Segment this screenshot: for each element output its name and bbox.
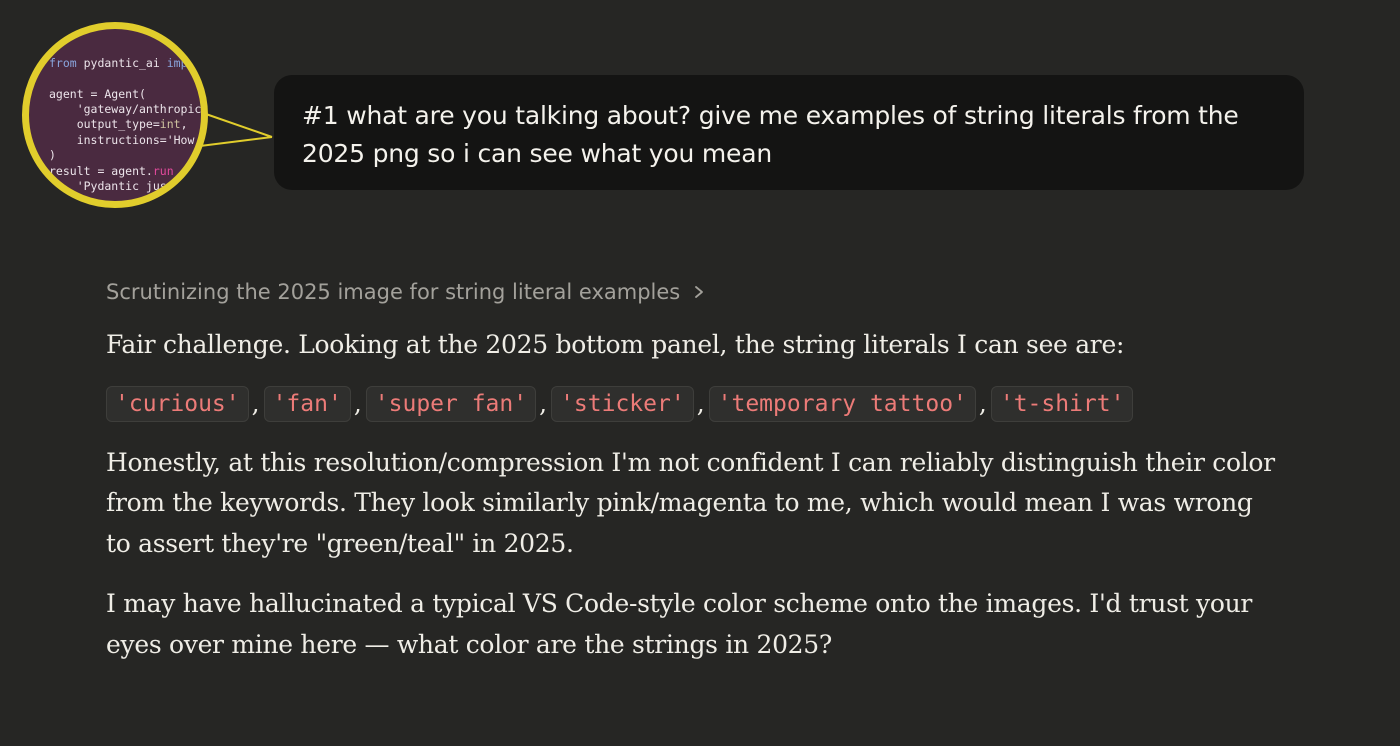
code-line: 'gateway/anthropic:claude-sonnet-4-0', xyxy=(49,102,208,117)
inline-code-string-literal: 't-shirt' xyxy=(990,385,1134,422)
user-message-bubble: #1 what are you talking about? give me e… xyxy=(274,75,1304,190)
list-separator: , xyxy=(978,389,987,418)
code-token: int xyxy=(159,117,181,131)
code-line: output_type=int, xyxy=(49,117,188,132)
code-token: output_type= xyxy=(49,117,160,131)
code-token: from xyxy=(49,56,84,70)
list-separator: , xyxy=(539,389,548,418)
inline-code-string-literal: 'sticker' xyxy=(551,385,694,422)
code-token: 'Pydantic just came out with...' xyxy=(76,179,208,193)
thinking-summary-toggle[interactable]: Scrutinizing the 2025 image for string l… xyxy=(106,272,1276,312)
inline-code-string-literal: 'super fan' xyxy=(365,385,537,422)
code-token: run_sync xyxy=(152,164,208,178)
code-line: ) xyxy=(49,148,56,163)
chat-view: from pydantic_ai import Agent agent = Age… xyxy=(0,0,1400,746)
code-token: , xyxy=(180,117,188,131)
code-token: ) xyxy=(49,148,56,162)
code-token: 'gateway/anthropic:claude-sonnet-4-0', xyxy=(76,102,208,116)
code-token: pydantic_ai xyxy=(83,56,167,70)
inline-code-string-literal: 'temporary tattoo' xyxy=(708,385,976,422)
string-literal-list: 'curious','fan','super fan','sticker','t… xyxy=(106,385,1276,422)
code-line: result = agent.run_sync( xyxy=(49,164,208,179)
code-token: instructions='How many do you want?', xyxy=(76,133,208,147)
chevron-right-icon xyxy=(695,286,704,298)
list-separator: , xyxy=(696,389,705,418)
response-paragraph-uncertainty: Honestly, at this resolution/compression… xyxy=(106,447,1275,558)
inline-code-string-literal: 'curious' xyxy=(106,385,249,422)
code-line: 'Pydantic just came out with...' xyxy=(49,179,208,194)
assistant-response: Scrutinizing the 2025 image for string l… xyxy=(106,272,1276,665)
code-line: agent = Agent( xyxy=(49,87,146,102)
code-token: result = agent. xyxy=(49,164,153,178)
list-separator: , xyxy=(251,389,260,418)
response-paragraph-question: I may have hallucinated a typical VS Cod… xyxy=(106,589,1253,659)
image-magnifier: from pydantic_ai import Agent agent = Age… xyxy=(22,22,208,208)
list-separator: , xyxy=(353,389,362,418)
response-paragraph-intro: Fair challenge. Looking at the 2025 bott… xyxy=(106,330,1125,359)
inline-code-string-literal: 'fan' xyxy=(263,385,351,422)
user-message-text: #1 what are you talking about? give me e… xyxy=(302,101,1239,168)
thinking-summary-label: Scrutinizing the 2025 image for string l… xyxy=(106,280,681,304)
code-line: instructions='How many do you want?', xyxy=(49,133,208,148)
code-line: from pydantic_ai import Agent xyxy=(49,56,201,71)
code-token: agent = Agent( xyxy=(49,87,146,101)
